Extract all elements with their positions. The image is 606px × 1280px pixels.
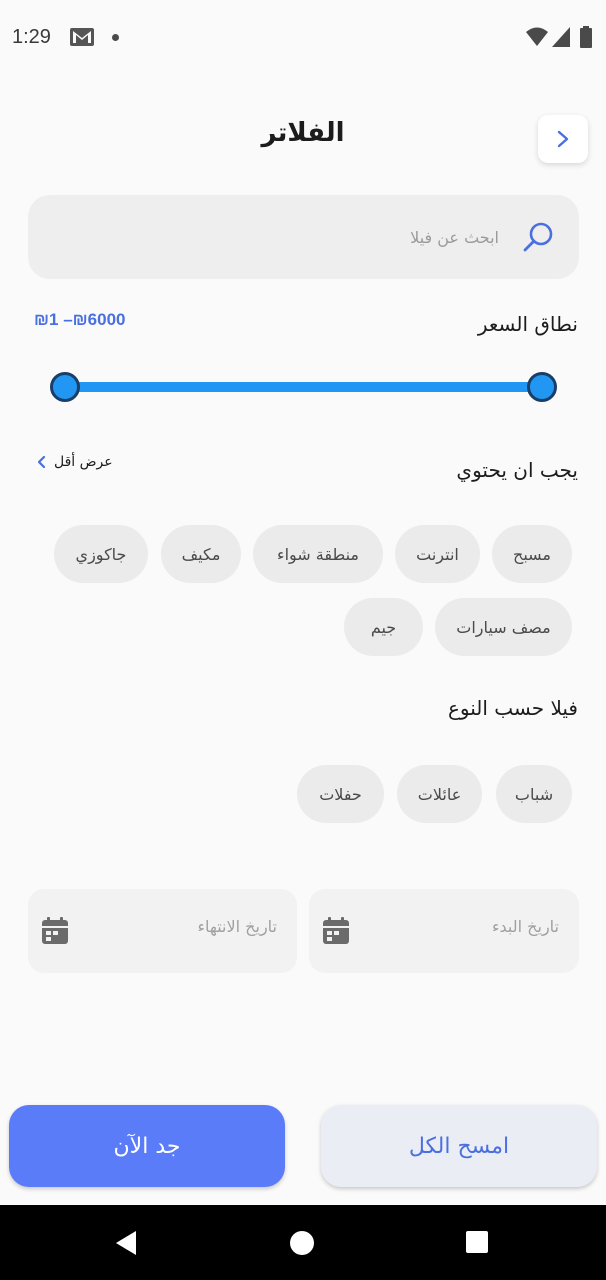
status-time: 1:29	[12, 26, 51, 48]
price-slider-max-handle[interactable]	[527, 372, 557, 402]
price-range-value: ₪1 –₪6000	[34, 310, 126, 329]
price-slider-min-handle[interactable]	[50, 372, 80, 402]
chevron-left-icon	[37, 455, 46, 469]
amenities-title: يجب ان يحتوي	[456, 458, 578, 482]
nav-back-icon[interactable]	[114, 1230, 138, 1256]
chevron-right-icon	[557, 130, 569, 148]
start-date-field[interactable]: تاريخ البدء	[309, 889, 579, 973]
amenity-chip-pool[interactable]: مسبح	[492, 525, 572, 583]
amenity-chip-bbq-area[interactable]: منطقة شواء	[253, 525, 383, 583]
amenity-chip-internet[interactable]: انترنت	[395, 525, 480, 583]
gmail-icon	[70, 28, 94, 46]
price-range-label: نطاق السعر	[477, 312, 578, 336]
end-date-field[interactable]: تاريخ الانتهاء	[28, 889, 297, 973]
show-less-label: عرض أقل	[54, 454, 113, 470]
type-chip-families[interactable]: عائلات	[397, 765, 482, 823]
villa-types-title: فيلا حسب النوع	[447, 696, 578, 720]
end-date-label: تاريخ الانتهاء	[197, 917, 277, 936]
search-box[interactable]	[28, 195, 579, 279]
search-icon	[523, 222, 553, 252]
nav-home-icon[interactable]	[290, 1231, 314, 1255]
find-now-button[interactable]: جد الآن	[9, 1105, 285, 1187]
page-title: الفلاتر	[261, 118, 345, 148]
amenity-chip-ac[interactable]: مكيف	[161, 525, 241, 583]
wifi-icon	[526, 27, 548, 46]
calendar-icon	[323, 917, 349, 944]
type-chip-parties[interactable]: حفلات	[297, 765, 384, 823]
type-chip-youth[interactable]: شباب	[496, 765, 572, 823]
amenity-chip-gym[interactable]: جيم	[344, 598, 423, 656]
clear-all-button[interactable]: امسح الكل	[321, 1105, 597, 1187]
system-nav-bar	[0, 1205, 606, 1280]
notification-dot-icon	[112, 34, 119, 41]
calendar-icon	[42, 917, 68, 944]
signal-icon	[552, 27, 570, 47]
search-input[interactable]	[79, 227, 499, 247]
show-less-button[interactable]: عرض أقل	[36, 454, 113, 470]
back-button[interactable]	[538, 115, 588, 163]
battery-icon	[580, 26, 592, 48]
price-slider-track[interactable]	[64, 382, 542, 392]
amenity-chip-parking[interactable]: مصف سيارات	[435, 598, 572, 656]
amenity-chip-jacuzzi[interactable]: جاكوزي	[54, 525, 148, 583]
status-bar: 1:29	[0, 0, 606, 78]
start-date-label: تاريخ البدء	[492, 917, 559, 936]
nav-recents-icon[interactable]	[466, 1231, 488, 1253]
